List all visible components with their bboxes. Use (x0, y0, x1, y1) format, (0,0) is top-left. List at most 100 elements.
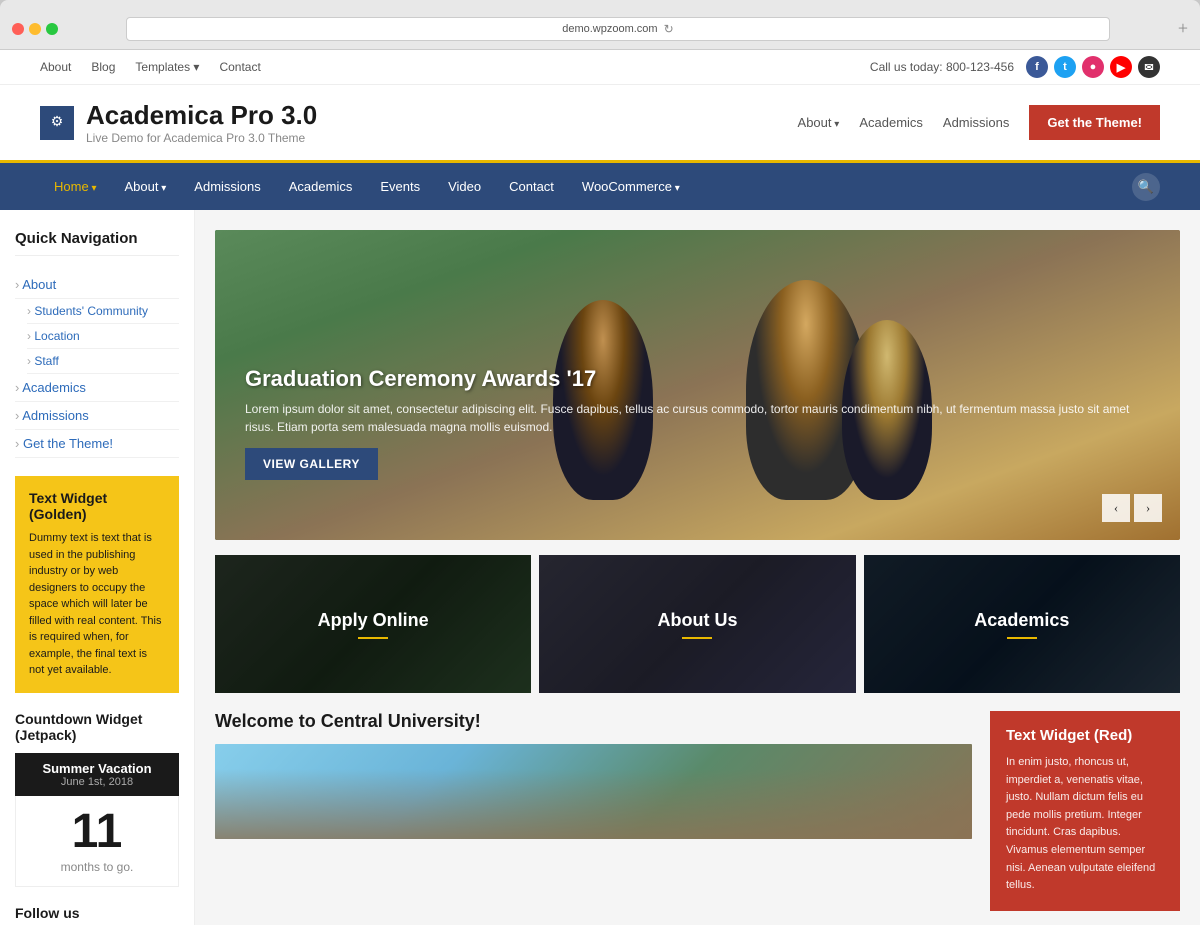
get-theme-button[interactable]: Get the Theme! (1029, 105, 1160, 140)
social-icons: f t ● ▶ ✉ (1026, 56, 1160, 78)
slide-controls: ‹ › (1102, 494, 1162, 522)
feature-card-academics-underline (1007, 637, 1037, 639)
feature-card-apply-underline (358, 637, 388, 639)
call-text: Call us today: 800-123-456 (870, 60, 1014, 74)
golden-widget: Text Widget (Golden) Dummy text is text … (15, 476, 179, 693)
slide-title: Graduation Ceremony Awards '17 (245, 366, 1150, 392)
feature-card-academics-title: Academics (974, 610, 1069, 631)
welcome-image (215, 744, 972, 839)
header-right: About Academics Admissions Get the Theme… (798, 105, 1160, 140)
minimize-dot[interactable] (29, 23, 41, 35)
welcome-section: Welcome to Central University! Text Widg… (215, 711, 1180, 911)
utility-right: Call us today: 800-123-456 f t ● ▶ ✉ (870, 56, 1160, 78)
facebook-icon[interactable]: f (1026, 56, 1048, 78)
nav-item-home[interactable]: Home (40, 163, 111, 210)
youtube-icon[interactable]: ▶ (1110, 56, 1132, 78)
feature-card-academics[interactable]: Academics (864, 555, 1180, 693)
feature-card-about-overlay: About Us (539, 555, 855, 693)
address-bar[interactable]: demo.wpzoom.com ↻ (126, 17, 1110, 41)
countdown-event: Summer Vacation (23, 761, 171, 776)
countdown-label: months to go. (16, 860, 178, 874)
utility-bar: About Blog Templates ▾ Contact Call us t… (0, 50, 1200, 85)
countdown-header: Summer Vacation June 1st, 2018 (15, 753, 179, 796)
nav-tree-students-community[interactable]: Students' Community (27, 299, 179, 324)
welcome-left: Welcome to Central University! (215, 711, 972, 911)
red-widget-text: In enim justo, rhoncus ut, imperdiet a, … (1006, 754, 1164, 895)
nav-item-contact[interactable]: Contact (495, 163, 568, 210)
nav-search-button[interactable]: 🔍 (1132, 173, 1160, 201)
site-branding: Academica Pro 3.0 Live Demo for Academic… (86, 100, 317, 145)
red-widget: Text Widget (Red) In enim justo, rhoncus… (990, 711, 1180, 911)
building-overlay (215, 769, 972, 839)
countdown-title: Countdown Widget (Jetpack) (15, 711, 179, 743)
nav-tree-admissions[interactable]: Admissions (15, 402, 179, 430)
close-dot[interactable] (12, 23, 24, 35)
site-header: ⚙ Academica Pro 3.0 Live Demo for Academ… (0, 85, 1200, 163)
sidebar: Quick Navigation About Students' Communi… (0, 210, 195, 925)
header-nav-academics[interactable]: Academics (859, 115, 923, 130)
nav-item-video[interactable]: Video (434, 163, 495, 210)
countdown-widget: Countdown Widget (Jetpack) Summer Vacati… (15, 711, 179, 887)
utility-nav: About Blog Templates ▾ Contact (40, 60, 261, 74)
nav-tree-location[interactable]: Location (27, 324, 179, 349)
nav-item-academics[interactable]: Academics (275, 163, 367, 210)
feature-cards: Apply Online About Us Academics (215, 555, 1180, 693)
nav-item-woocommerce[interactable]: WooCommerce (568, 163, 694, 210)
main-nav: Home About Admissions Academics Events V… (0, 163, 1200, 210)
feature-card-about-underline (682, 637, 712, 639)
red-widget-title: Text Widget (Red) (1006, 727, 1164, 744)
nav-tree: About Students' Community Location Staff… (15, 271, 179, 458)
browser-chrome: demo.wpzoom.com ↻ + (0, 0, 1200, 50)
nav-items: Home About Admissions Academics Events V… (40, 163, 694, 210)
golden-widget-text: Dummy text is text that is used in the p… (29, 530, 165, 679)
slide-prev-button[interactable]: ‹ (1102, 494, 1130, 522)
utility-nav-about[interactable]: About (40, 60, 71, 74)
utility-nav-contact[interactable]: Contact (219, 60, 260, 74)
nav-tree-sub-about: Students' Community Location Staff (15, 299, 179, 374)
view-gallery-button[interactable]: VIEW GALLERY (245, 448, 378, 480)
site-title: Academica Pro 3.0 (86, 100, 317, 131)
nav-tree-get-theme[interactable]: Get the Theme! (15, 430, 179, 458)
utility-nav-blog[interactable]: Blog (91, 60, 115, 74)
nav-tree-staff[interactable]: Staff (27, 349, 179, 374)
reload-icon[interactable]: ↻ (664, 22, 674, 36)
countdown-number-block: 11 months to go. (15, 796, 179, 887)
feature-card-about[interactable]: About Us (539, 555, 855, 693)
feature-card-about-title: About Us (657, 610, 737, 631)
browser-dots (12, 23, 58, 35)
nav-item-about[interactable]: About (111, 163, 181, 210)
header-nav-admissions[interactable]: Admissions (943, 115, 1009, 130)
nav-tree-about[interactable]: About (15, 271, 179, 299)
website-container: About Blog Templates ▾ Contact Call us t… (0, 50, 1200, 925)
feature-card-apply-title: Apply Online (318, 610, 429, 631)
main-content: Graduation Ceremony Awards '17 Lorem ips… (195, 210, 1200, 925)
countdown-num: 11 (16, 808, 178, 856)
slide-next-button[interactable]: › (1134, 494, 1162, 522)
header-nav-about[interactable]: About (798, 115, 840, 130)
slideshow: Graduation Ceremony Awards '17 Lorem ips… (215, 230, 1180, 540)
countdown-date: June 1st, 2018 (23, 776, 171, 788)
add-tab-button[interactable]: + (1178, 18, 1188, 39)
feature-card-apply[interactable]: Apply Online (215, 555, 531, 693)
nav-item-events[interactable]: Events (366, 163, 434, 210)
feature-card-academics-overlay: Academics (864, 555, 1180, 693)
gear-icon: ⚙ (51, 114, 64, 131)
golden-widget-title: Text Widget (Golden) (29, 490, 165, 522)
header-left: ⚙ Academica Pro 3.0 Live Demo for Academ… (40, 100, 317, 145)
slide-description: Lorem ipsum dolor sit amet, consectetur … (245, 400, 1150, 436)
follow-widget: Follow us (15, 905, 179, 925)
settings-button[interactable]: ⚙ (40, 106, 74, 140)
twitter-icon[interactable]: t (1054, 56, 1076, 78)
instagram-icon[interactable]: ● (1082, 56, 1104, 78)
maximize-dot[interactable] (46, 23, 58, 35)
utility-nav-templates[interactable]: Templates ▾ (135, 60, 199, 74)
slide-content: Graduation Ceremony Awards '17 Lorem ips… (245, 366, 1150, 480)
feature-card-apply-overlay: Apply Online (215, 555, 531, 693)
nav-item-admissions[interactable]: Admissions (180, 163, 274, 210)
follow-title: Follow us (15, 905, 179, 925)
content-area: Quick Navigation About Students' Communi… (0, 210, 1200, 925)
quick-nav-title: Quick Navigation (15, 230, 179, 256)
email-icon[interactable]: ✉ (1138, 56, 1160, 78)
nav-tree-academics[interactable]: Academics (15, 374, 179, 402)
url-text: demo.wpzoom.com (562, 23, 657, 35)
